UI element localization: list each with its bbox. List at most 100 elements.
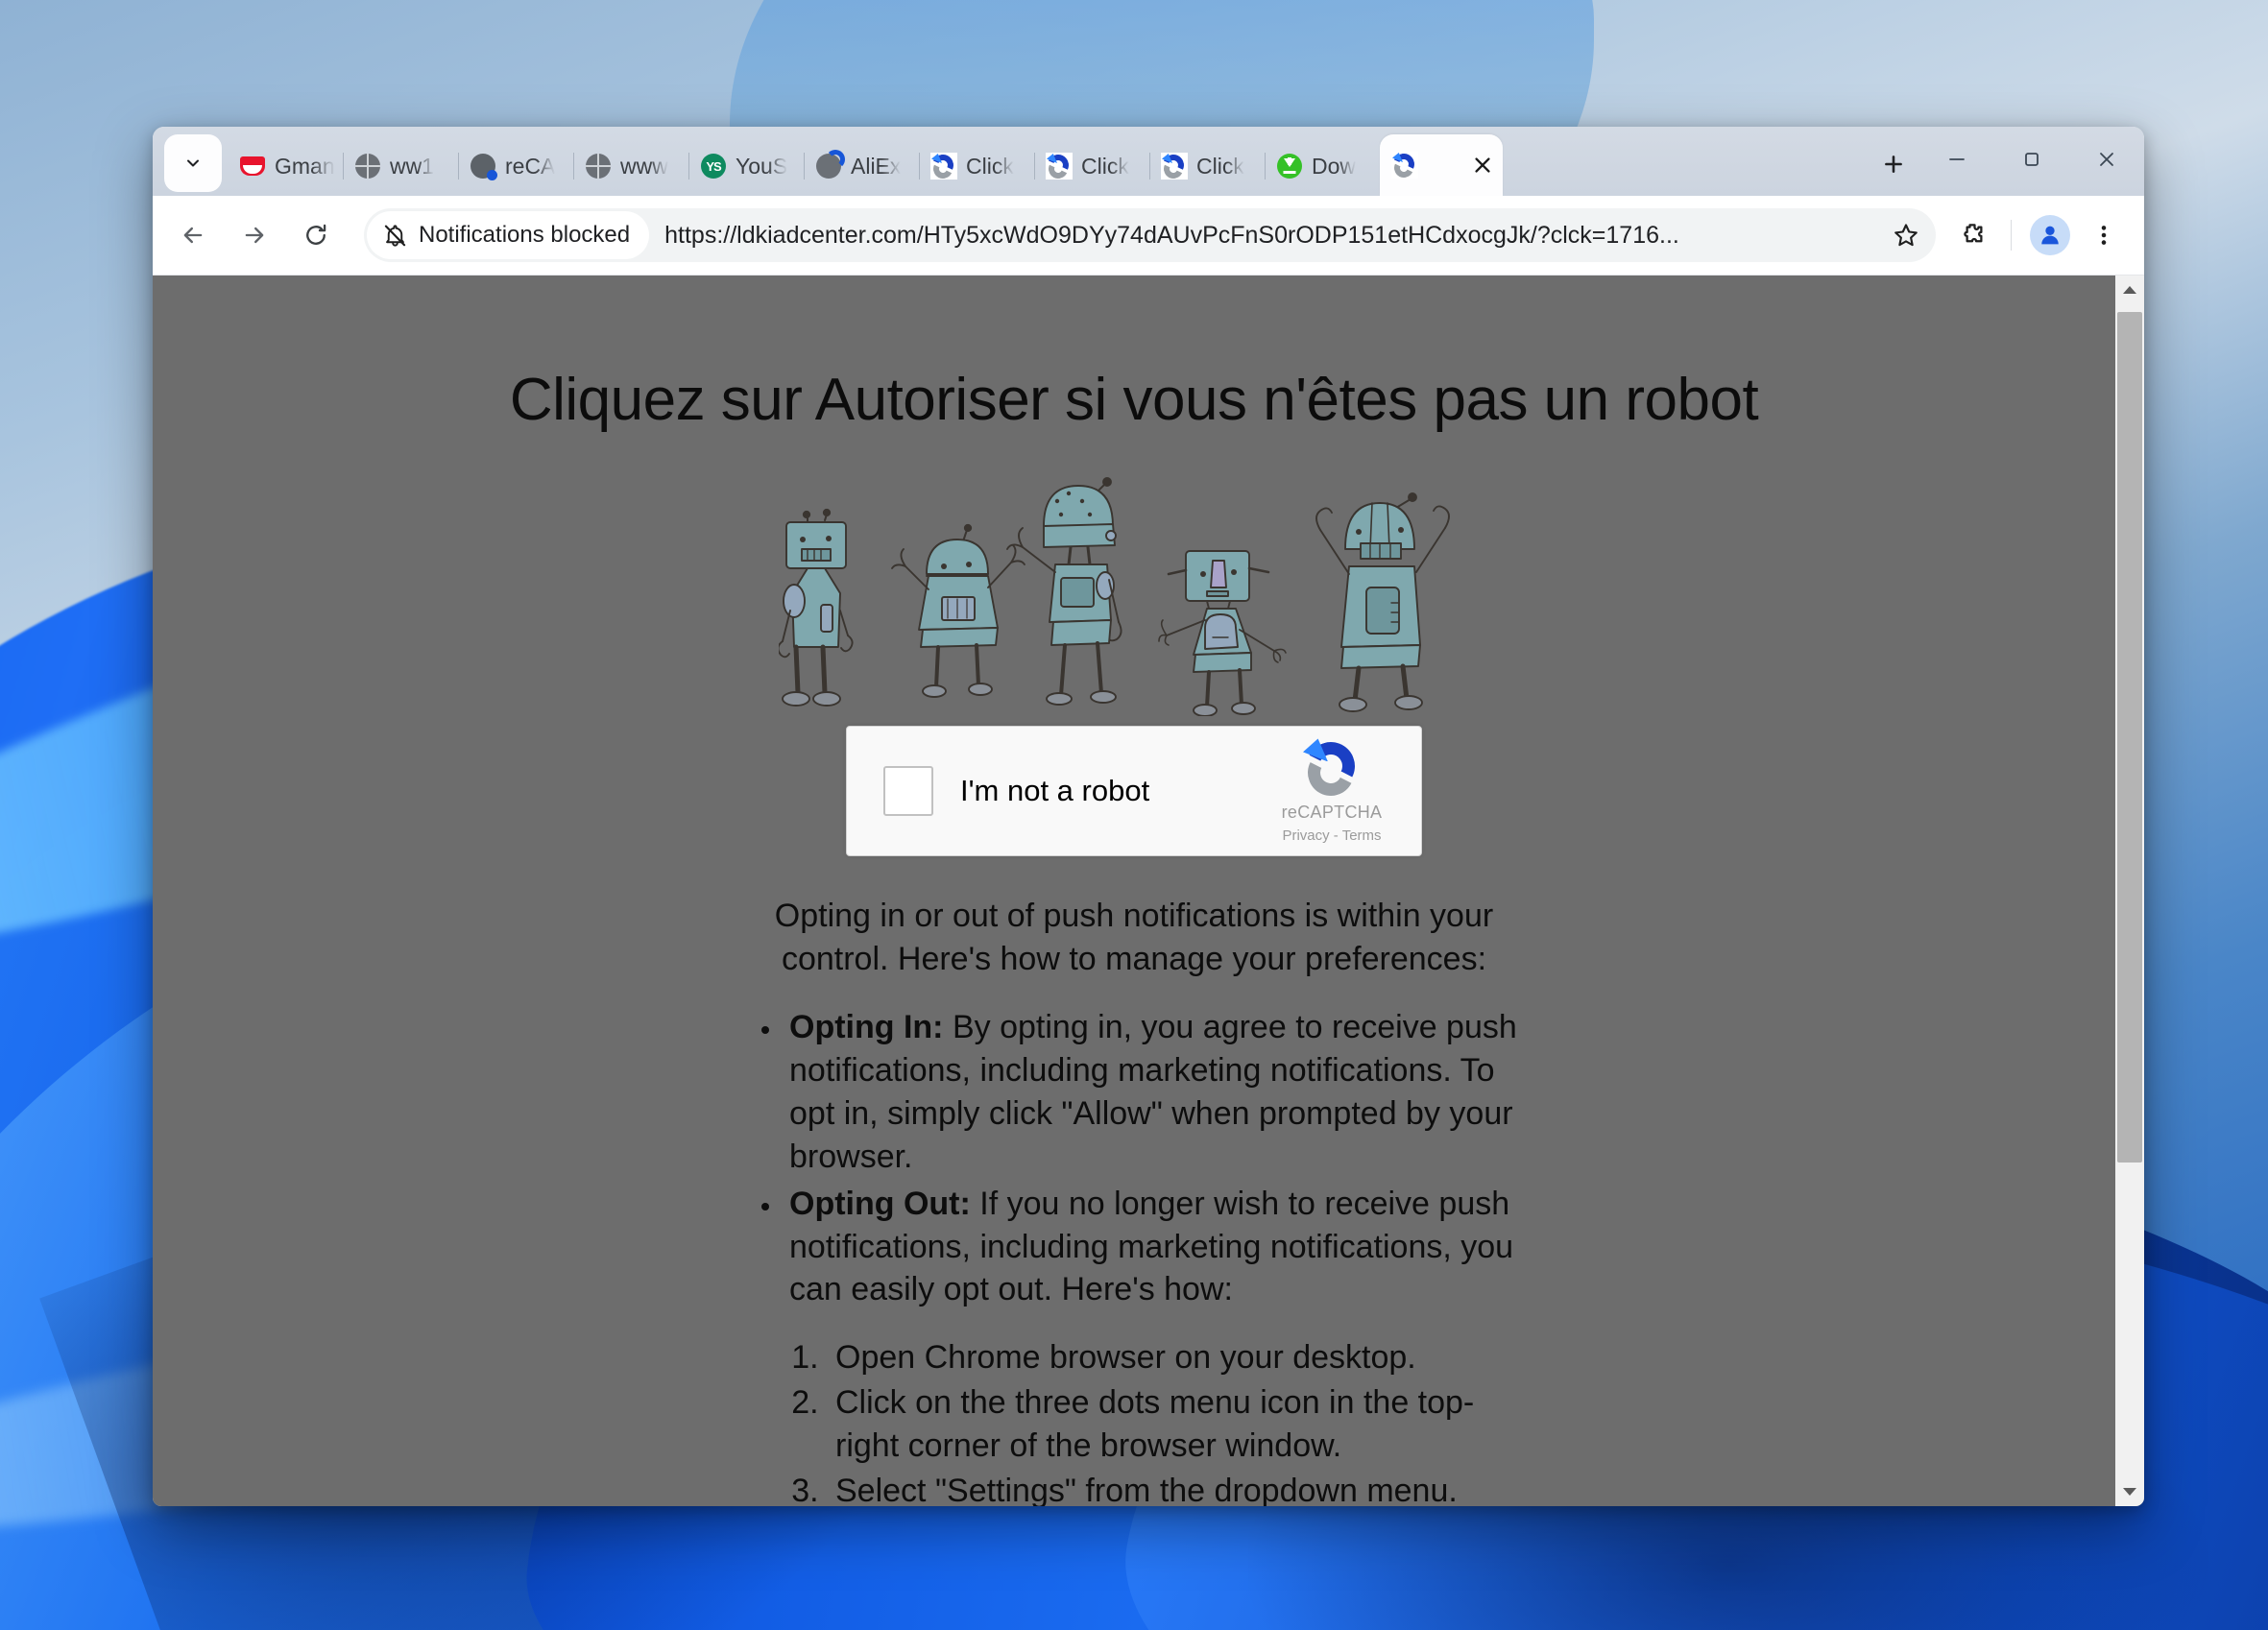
close-icon (2100, 153, 2113, 166)
list-item: Opting In: By opting in, you agree to re… (784, 1006, 1523, 1179)
tab-label: reCA (505, 153, 556, 179)
minimize-window-button[interactable] (1919, 127, 1994, 192)
tab-label: Click (966, 153, 1014, 179)
tab-gmail[interactable]: Gman (228, 136, 344, 196)
clickadu-icon (1159, 151, 1188, 181)
scroll-down-arrow-icon (2123, 1488, 2136, 1496)
tab-clickadu-3[interactable]: Click (1149, 136, 1266, 196)
tab-active-clickadu[interactable] (1380, 134, 1503, 196)
list-item: Select "Settings" from the dropdown menu… (828, 1470, 1523, 1506)
list-item: Click on the three dots menu icon in the… (828, 1381, 1523, 1468)
scroll-down-button[interactable] (2115, 1477, 2144, 1506)
page-title: Cliquez sur Autoriser si vous n'êtes pas… (509, 367, 1759, 434)
profile-button[interactable] (2023, 208, 2077, 262)
reload-icon (306, 225, 326, 246)
gmail-icon (239, 153, 266, 180)
scroll-up-button[interactable] (2115, 276, 2144, 304)
tab-label: Gman (275, 153, 335, 179)
close-window-button[interactable] (2069, 127, 2144, 192)
globe-blue-dot-icon (470, 153, 497, 180)
download-icon (1276, 153, 1303, 180)
clickadu-icon (1389, 150, 1418, 180)
chevron-down-icon (187, 159, 199, 167)
recaptcha-brand-name: reCAPTCHA (1281, 803, 1383, 823)
globe-icon (585, 153, 612, 180)
recaptcha-widget[interactable]: I'm not a robot reCAPTCHA Privacy - Term… (846, 726, 1422, 857)
desktop: Gman ww1 reCA www YS YouS AliEx Click Cl… (0, 0, 2268, 1630)
page-body-text: Opting in or out of push notifications i… (745, 895, 1523, 1506)
youscan-icon: YS (700, 153, 727, 180)
opt-out-steps-list: Open Chrome browser on your desktop. Cli… (793, 1336, 1523, 1506)
reload-button[interactable] (289, 208, 343, 262)
tab-clickadu-2[interactable]: Click (1034, 136, 1150, 196)
chrome-menu-button[interactable] (2077, 208, 2131, 262)
tab-label: ww1 (390, 153, 435, 179)
notifications-blocked-chip[interactable]: Notifications blocked (367, 211, 650, 260)
tab-aliexpress[interactable]: AliEx (804, 136, 920, 196)
list-item: Open Chrome browser on your desktop. (828, 1336, 1523, 1379)
tab-label: YouS (736, 153, 788, 179)
maximize-window-button[interactable] (1994, 127, 2069, 192)
tab-recaptcha[interactable]: reCA (458, 136, 574, 196)
bullet-term: Opting Out: (789, 1185, 971, 1222)
recaptcha-legal-links: Privacy - Terms (1282, 827, 1381, 844)
person-icon (2041, 226, 2059, 245)
terms-link[interactable]: Terms (1342, 827, 1382, 844)
clickadu-icon (929, 151, 957, 181)
bullet-term: Opting In: (789, 1009, 944, 1046)
preferences-bullet-list: Opting In: By opting in, you agree to re… (745, 1006, 1523, 1311)
scrollbar-track[interactable] (2115, 304, 2144, 1477)
address-bar[interactable]: Notifications blocked https://ldkiadcent… (364, 208, 1936, 263)
scrollbar-thumb[interactable] (2117, 312, 2142, 1163)
globe-icon (354, 153, 381, 180)
page-content: Cliquez sur Autoriser si vous n'êtes pas… (153, 276, 2115, 1506)
puzzle-piece-icon (1964, 224, 1983, 243)
back-arrow-icon (183, 228, 203, 244)
close-tab-button[interactable] (1466, 149, 1499, 181)
notifications-blocked-label: Notifications blocked (419, 222, 631, 249)
tab-ww1[interactable]: ww1 (343, 136, 459, 196)
tab-strip: Gman ww1 reCA www YS YouS AliEx Click Cl… (153, 127, 2144, 196)
page-scrollbar[interactable] (2115, 276, 2144, 1506)
tab-list: Gman ww1 reCA www YS YouS AliEx Click Cl… (228, 127, 1858, 196)
recaptcha-checkbox[interactable] (883, 766, 933, 817)
chrome-browser-window: Gman ww1 reCA www YS YouS AliEx Click Cl… (153, 127, 2144, 1506)
privacy-link[interactable]: Privacy (1282, 827, 1329, 844)
browser-toolbar: Notifications blocked https://ldkiadcent… (153, 196, 2144, 276)
toolbar-right-actions (1945, 208, 2131, 262)
robots-illustration (777, 476, 1489, 718)
recaptcha-logo-icon (1300, 735, 1362, 803)
window-controls (1919, 127, 2144, 196)
tab-clickadu-1[interactable]: Click (919, 136, 1035, 196)
recaptcha-label: I'm not a robot (960, 774, 1150, 808)
page-viewport: Cliquez sur Autoriser si vous n'êtes pas… (153, 276, 2144, 1506)
tab-label: www (620, 153, 668, 179)
tab-download[interactable]: Dow (1265, 136, 1381, 196)
five-cartoon-robots-illustration (777, 477, 1450, 718)
star-icon (1894, 224, 1918, 247)
recaptcha-branding: reCAPTCHA Privacy - Terms (1260, 735, 1404, 844)
legal-separator: - (1333, 827, 1339, 845)
toolbar-divider (2011, 220, 2012, 252)
back-button[interactable] (166, 208, 220, 262)
scroll-up-arrow-icon (2123, 286, 2136, 295)
plus-icon (1885, 156, 1902, 173)
new-tab-button[interactable] (1868, 138, 1919, 190)
forward-button[interactable] (228, 208, 281, 262)
minimize-icon (1949, 158, 1965, 160)
tab-search-button[interactable] (164, 134, 222, 192)
list-item: Opting Out: If you no longer wish to rec… (784, 1183, 1523, 1312)
bookmark-button[interactable] (1884, 213, 1928, 257)
aliexpress-icon (815, 150, 845, 180)
tab-label: Click (1196, 153, 1244, 179)
tab-label: Click (1081, 153, 1129, 179)
tab-youscan[interactable]: YS YouS (688, 136, 805, 196)
person-avatar-icon (2030, 215, 2070, 256)
url-text[interactable]: https://ldkiadcenter.com/HTy5xcWdO9DYy74… (664, 222, 1878, 250)
close-icon (1475, 157, 1490, 173)
tab-label: Dow (1312, 153, 1357, 179)
lead-paragraph: Opting in or out of push notifications i… (774, 898, 1494, 978)
tab-www[interactable]: www (573, 136, 689, 196)
three-dots-menu-icon (2101, 226, 2107, 246)
extensions-button[interactable] (1945, 208, 1999, 262)
